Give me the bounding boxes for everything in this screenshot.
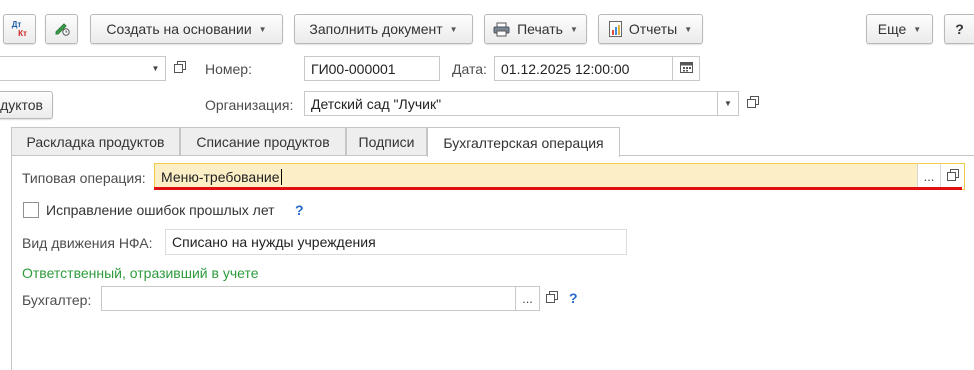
- ellipsis-label: ...: [522, 291, 533, 306]
- number-field[interactable]: ГИ00-000001: [304, 56, 440, 81]
- responsible-heading: Ответственный, отразивший в учете: [22, 265, 259, 281]
- products-button[interactable]: дуктов: [0, 91, 53, 119]
- organization-label: Организация:: [205, 97, 294, 113]
- more-button[interactable]: Еще ▼: [866, 14, 933, 44]
- chevron-down-icon: ▼: [449, 24, 458, 34]
- fill-document-label: Заполнить документ: [309, 21, 443, 37]
- tab-label: Раскладка продуктов: [26, 134, 165, 150]
- typical-operation-select-button[interactable]: ...: [917, 163, 940, 190]
- open-window-icon: [946, 169, 959, 184]
- chevron-down-icon: ▼: [913, 24, 922, 34]
- edit-button[interactable]: [45, 14, 78, 44]
- date-field[interactable]: 01.12.2025 12:00:00: [494, 56, 673, 81]
- open-button[interactable]: [170, 57, 190, 80]
- accountant-field[interactable]: [101, 286, 516, 311]
- create-based-on-button[interactable]: Создать на основании ▼: [90, 14, 283, 44]
- report-icon: [608, 21, 622, 37]
- open-window-icon: [546, 291, 558, 306]
- chevron-down-icon: ▼: [258, 24, 267, 34]
- fill-document-button[interactable]: Заполнить документ ▼: [294, 14, 473, 44]
- fix-errors-help-icon[interactable]: ?: [295, 202, 304, 218]
- nfa-movement-field[interactable]: Списано на нужды учреждения: [165, 229, 627, 255]
- chevron-down-icon: ▼: [724, 99, 732, 108]
- organization-open-button[interactable]: [743, 92, 763, 115]
- number-label: Номер:: [205, 61, 252, 77]
- products-button-label: дуктов: [0, 97, 43, 113]
- fix-errors-checkbox[interactable]: [23, 202, 39, 218]
- date-label: Дата:: [452, 61, 487, 77]
- ellipsis-label: ...: [923, 169, 935, 184]
- print-button[interactable]: Печать ▼: [484, 14, 587, 44]
- chevron-down-icon: ▼: [151, 64, 160, 73]
- tab-accounting-operation[interactable]: Бухгалтерская операция: [427, 127, 620, 157]
- reports-label: Отчеты: [628, 21, 678, 37]
- chevron-down-icon: ▼: [684, 24, 693, 34]
- tab-podpisi[interactable]: Подписи: [346, 127, 427, 156]
- dtkt-bottom-text: Кт: [18, 29, 27, 38]
- nfa-movement-label: Вид движения НФА:: [22, 235, 153, 251]
- calendar-icon: [679, 61, 693, 76]
- print-label: Печать: [517, 21, 563, 37]
- pencil-icon: [53, 19, 71, 40]
- tab-label: Списание продуктов: [196, 134, 330, 150]
- tab-label: Бухгалтерская операция: [443, 134, 604, 151]
- dtkt-top-text: Дт: [11, 20, 22, 29]
- tab-spisanie[interactable]: Списание продуктов: [180, 127, 346, 156]
- open-window-icon: [747, 96, 759, 111]
- tab-raskladka[interactable]: Раскладка продуктов: [11, 127, 180, 156]
- typical-operation-open-button[interactable]: [940, 163, 965, 190]
- dtkt-button[interactable]: Дт Кт: [3, 14, 36, 44]
- typical-operation-field[interactable]: Меню-требование: [154, 163, 917, 190]
- organization-dropdown-button[interactable]: ▼: [718, 91, 739, 116]
- fix-errors-label: Исправление ошибок прошлых лет: [46, 202, 275, 218]
- organization-field[interactable]: Детский сад "Лучик": [304, 91, 718, 116]
- typical-operation-label: Типовая операция:: [22, 170, 146, 186]
- red-underline: [154, 187, 962, 190]
- more-label: Еще: [877, 21, 907, 37]
- accountant-help-icon[interactable]: ?: [569, 290, 578, 306]
- dropdown-button[interactable]: ▼: [146, 56, 166, 81]
- accountant-label: Бухгалтер:: [22, 292, 92, 308]
- tab-label: Подписи: [358, 134, 415, 150]
- printer-icon: [493, 22, 510, 37]
- partial-select-field[interactable]: [0, 56, 147, 81]
- accountant-select-button[interactable]: ...: [516, 286, 540, 311]
- typical-operation-value: Меню-требование: [161, 168, 280, 185]
- accountant-open-button[interactable]: [542, 287, 562, 310]
- open-window-icon: [174, 61, 186, 76]
- chevron-down-icon: ▼: [569, 24, 578, 34]
- reports-button[interactable]: Отчеты ▼: [598, 14, 703, 44]
- create-based-on-label: Создать на основании: [106, 21, 252, 37]
- text-cursor: [280, 168, 282, 185]
- calendar-button[interactable]: [673, 56, 700, 81]
- help-label: ?: [955, 21, 964, 37]
- help-button[interactable]: ?: [944, 14, 974, 44]
